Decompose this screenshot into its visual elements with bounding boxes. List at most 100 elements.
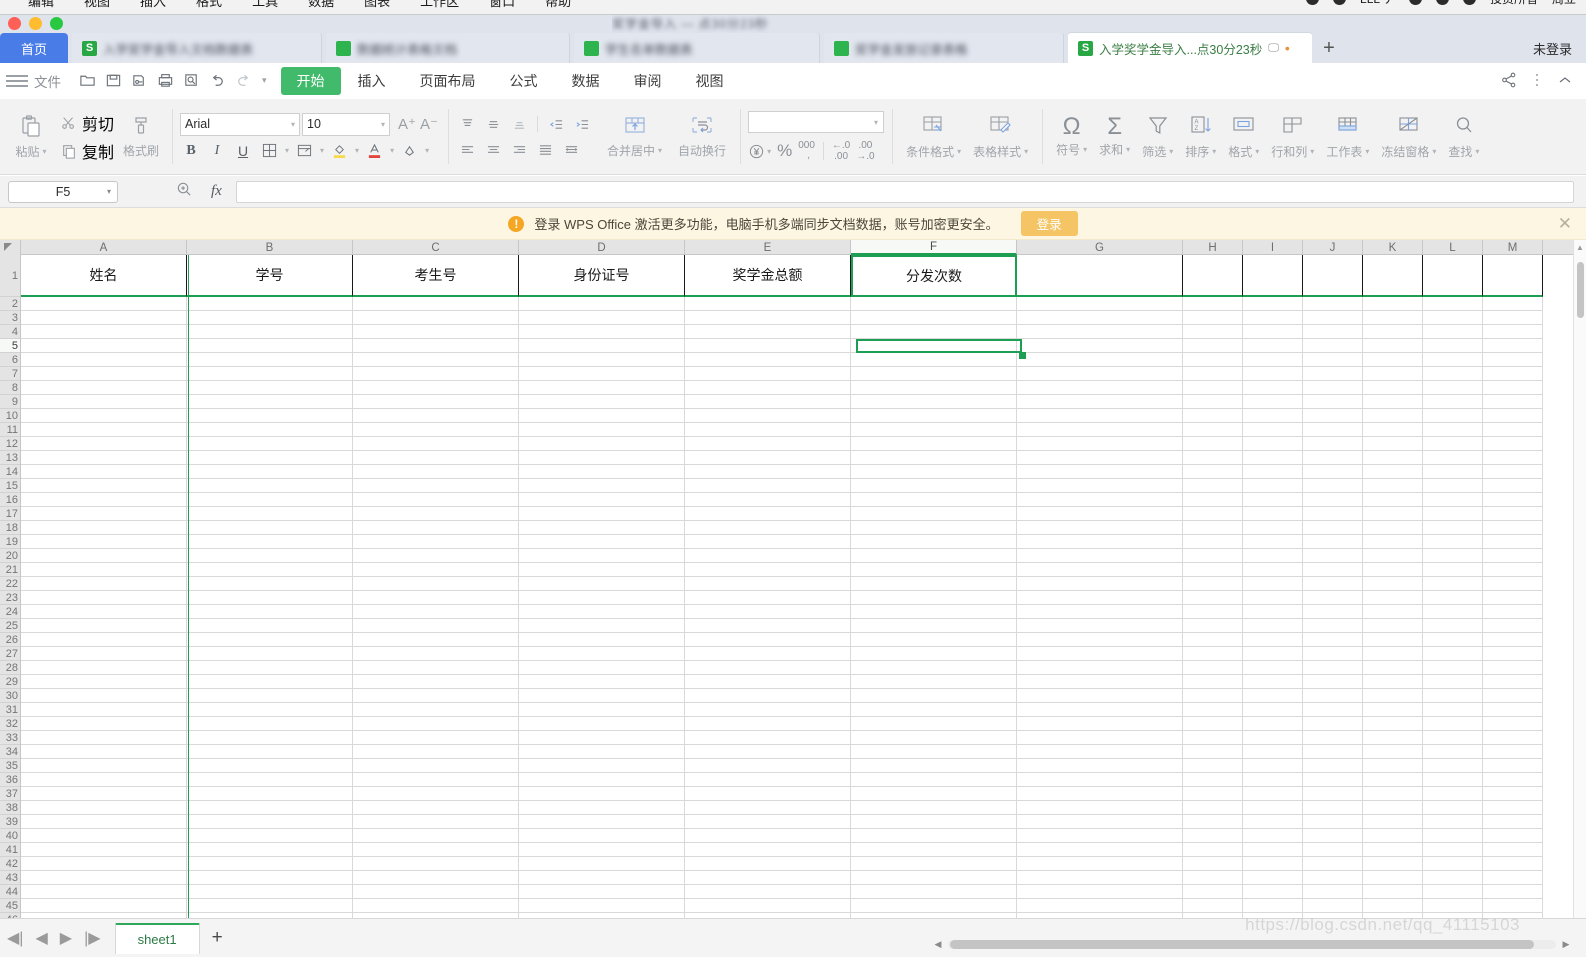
cell-C21[interactable] <box>353 563 519 577</box>
cell-H42[interactable] <box>1183 857 1243 871</box>
bold-button[interactable]: B <box>180 141 202 161</box>
cell-B32[interactable] <box>187 717 353 731</box>
cell-D28[interactable] <box>519 661 685 675</box>
cell-D27[interactable] <box>519 647 685 661</box>
cell-H31[interactable] <box>1183 703 1243 717</box>
column-header-K[interactable]: K <box>1363 240 1423 255</box>
cell-K6[interactable] <box>1363 353 1423 367</box>
row-header-23[interactable]: 23 <box>0 591 20 605</box>
chevron-down-icon[interactable]: ▾ <box>107 187 111 196</box>
cell-A11[interactable] <box>21 423 187 437</box>
grid-row[interactable] <box>21 717 1586 731</box>
cell-F9[interactable] <box>851 395 1017 409</box>
cell-H32[interactable] <box>1183 717 1243 731</box>
cell-E18[interactable] <box>685 521 851 535</box>
cell-I6[interactable] <box>1243 353 1303 367</box>
cell-L40[interactable] <box>1423 829 1483 843</box>
login-button[interactable]: 登录 <box>1020 211 1078 236</box>
column-header-F[interactable]: F <box>851 240 1017 255</box>
grid-row[interactable] <box>21 339 1586 353</box>
cell-C32[interactable] <box>353 717 519 731</box>
cell-G31[interactable] <box>1017 703 1183 717</box>
cell-E30[interactable] <box>685 689 851 703</box>
cell-G9[interactable] <box>1017 395 1183 409</box>
cell-K25[interactable] <box>1363 619 1423 633</box>
cell-C2[interactable] <box>353 297 519 311</box>
cell-M45[interactable] <box>1483 899 1543 913</box>
cell-H23[interactable] <box>1183 591 1243 605</box>
cell-F24[interactable] <box>851 605 1017 619</box>
close-window-icon[interactable] <box>8 17 21 30</box>
cell-J1[interactable] <box>1303 255 1363 297</box>
app-menu-icon[interactable] <box>6 74 28 87</box>
horizontal-scroll-track[interactable] <box>948 939 1556 949</box>
cell-F32[interactable] <box>851 717 1017 731</box>
cell-I40[interactable] <box>1243 829 1303 843</box>
cell-A1[interactable]: 姓名 <box>21 255 187 297</box>
cell-D30[interactable] <box>519 689 685 703</box>
row-header-22[interactable]: 22 <box>0 577 20 591</box>
cell-E32[interactable] <box>685 717 851 731</box>
cell-G7[interactable] <box>1017 367 1183 381</box>
cell-L22[interactable] <box>1423 577 1483 591</box>
cell-H13[interactable] <box>1183 451 1243 465</box>
cell-L39[interactable] <box>1423 815 1483 829</box>
cell-A43[interactable] <box>21 871 187 885</box>
row-header-42[interactable]: 42 <box>0 857 20 871</box>
grid-row[interactable] <box>21 563 1586 577</box>
cell-F44[interactable] <box>851 885 1017 899</box>
cell-L23[interactable] <box>1423 591 1483 605</box>
cell-H18[interactable] <box>1183 521 1243 535</box>
cell-M16[interactable] <box>1483 493 1543 507</box>
sheet-nav-buttons[interactable]: ◀| ◀ ▶ |▶ <box>7 928 101 948</box>
grid-row[interactable] <box>21 759 1586 773</box>
cell-G28[interactable] <box>1017 661 1183 675</box>
cell-J3[interactable] <box>1303 311 1363 325</box>
comma-format-button[interactable]: 000, <box>798 141 815 161</box>
cell-I31[interactable] <box>1243 703 1303 717</box>
next-sheet-button[interactable]: ▶ <box>60 928 72 948</box>
font-family-select[interactable]: Arial ▾ <box>180 112 301 136</box>
cell-I12[interactable] <box>1243 437 1303 451</box>
redo-icon[interactable] <box>235 72 252 89</box>
column-header-G[interactable]: G <box>1017 240 1183 255</box>
cell-L5[interactable] <box>1423 339 1483 353</box>
cell-A41[interactable] <box>21 843 187 857</box>
cell-E21[interactable] <box>685 563 851 577</box>
cell-C37[interactable] <box>353 787 519 801</box>
row-header-21[interactable]: 21 <box>0 563 20 577</box>
column-header-H[interactable]: H <box>1183 240 1243 255</box>
cell-K43[interactable] <box>1363 871 1423 885</box>
cell-C27[interactable] <box>353 647 519 661</box>
cell-E25[interactable] <box>685 619 851 633</box>
cell-A15[interactable] <box>21 479 187 493</box>
cell-E19[interactable] <box>685 535 851 549</box>
cell-C8[interactable] <box>353 381 519 395</box>
cell-B23[interactable] <box>187 591 353 605</box>
cell-G2[interactable] <box>1017 297 1183 311</box>
more-icon[interactable]: ▾ <box>262 75 267 86</box>
cell-E7[interactable] <box>685 367 851 381</box>
cell-L44[interactable] <box>1423 885 1483 899</box>
cell-G14[interactable] <box>1017 465 1183 479</box>
cell-K18[interactable] <box>1363 521 1423 535</box>
cell-K8[interactable] <box>1363 381 1423 395</box>
cell-H24[interactable] <box>1183 605 1243 619</box>
cell-A39[interactable] <box>21 815 187 829</box>
cell-G35[interactable] <box>1017 759 1183 773</box>
row-header-44[interactable]: 44 <box>0 885 20 899</box>
cell-M9[interactable] <box>1483 395 1543 409</box>
cell-A21[interactable] <box>21 563 187 577</box>
cell-F37[interactable] <box>851 787 1017 801</box>
cell-K13[interactable] <box>1363 451 1423 465</box>
cell-F21[interactable] <box>851 563 1017 577</box>
quick-access-toolbar[interactable]: ▾ <box>79 72 267 89</box>
column-header-C[interactable]: C <box>353 240 519 255</box>
cell-E41[interactable] <box>685 843 851 857</box>
cell-L11[interactable] <box>1423 423 1483 437</box>
clear-format-button[interactable] <box>398 141 420 161</box>
cell-F26[interactable] <box>851 633 1017 647</box>
cell-F25[interactable] <box>851 619 1017 633</box>
cell-I21[interactable] <box>1243 563 1303 577</box>
cell-D24[interactable] <box>519 605 685 619</box>
